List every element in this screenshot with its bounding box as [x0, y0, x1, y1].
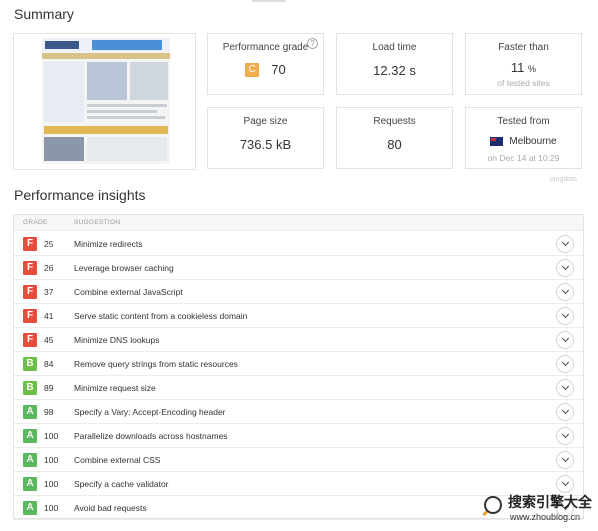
suggestion-text: Specify a Vary: Accept-Encoding header: [74, 407, 226, 417]
grade-score: 41: [44, 311, 54, 321]
insight-row[interactable]: A 100 Parallelize downloads across hostnam…: [14, 424, 583, 448]
grade-badge: A: [23, 477, 37, 491]
grade-badge: F: [23, 237, 37, 251]
suggestion-text: Minimize DNS lookups: [74, 335, 160, 345]
watermark: 搜索引擎大全 www.zhoublog.cn: [478, 490, 596, 528]
expand-chevron-icon[interactable]: [556, 379, 574, 397]
expand-chevron-icon[interactable]: [556, 235, 574, 253]
insights-title: Performance insights: [14, 187, 146, 203]
insight-row[interactable]: F 37 Combine external JavaScript: [14, 280, 583, 304]
pingdom-logo: pingdom: [550, 176, 577, 183]
load-time-label: Load time: [372, 42, 417, 53]
grade-badge: C: [245, 62, 260, 77]
insight-row[interactable]: F 41 Serve static content from a cookieles…: [14, 304, 583, 328]
grade-badge: B: [23, 381, 37, 395]
magnifier-icon: [484, 496, 502, 514]
page-size-label: Page size: [243, 116, 288, 127]
grade-badge: F: [23, 333, 37, 347]
grade-score: 100: [44, 455, 59, 465]
requests-value: 80: [387, 137, 402, 152]
page-size-card: Page size 736.5 kB: [207, 107, 324, 169]
requests-card: Requests 80: [336, 107, 453, 169]
help-icon[interactable]: ?: [307, 38, 318, 49]
suggestion-text: Specify a cache validator: [74, 479, 169, 489]
top-tab-indicator: [252, 0, 286, 2]
performance-grade-card: Performance grade ? C 70: [207, 33, 324, 95]
insight-row[interactable]: A 100 Combine external CSS: [14, 448, 583, 472]
grade-score: 45: [44, 335, 54, 345]
performance-grade-label: Performance grade: [222, 42, 309, 53]
grade-badge: A: [23, 501, 37, 515]
tested-from-location: Melbourne: [509, 136, 557, 147]
expand-chevron-icon[interactable]: [556, 331, 574, 349]
insight-row[interactable]: F 25 Minimize redirects: [14, 232, 583, 256]
requests-label: Requests: [373, 116, 416, 127]
summary-title: Summary: [14, 6, 74, 22]
grade-badge: B: [23, 357, 37, 371]
grade-score: 25: [44, 239, 54, 249]
tested-from-label: Tested from: [497, 116, 550, 127]
insight-row[interactable]: B 89 Minimize request size: [14, 376, 583, 400]
grade-score: 100: [44, 479, 59, 489]
suggestion-text: Minimize request size: [74, 383, 156, 393]
expand-chevron-icon[interactable]: [556, 451, 574, 469]
expand-chevron-icon[interactable]: [556, 427, 574, 445]
australia-flag-icon: [490, 137, 504, 146]
faster-than-sub: of tested sites: [497, 78, 550, 88]
grade-score: 100: [44, 431, 59, 441]
expand-chevron-icon[interactable]: [556, 403, 574, 421]
thumbnail-image: [42, 38, 170, 164]
load-time-card: Load time 12.32 s: [336, 33, 453, 95]
tested-from-card: Tested from Melbourne on Dec 14 at 10:29: [465, 107, 582, 169]
grade-badge: F: [23, 261, 37, 275]
grade-score: 89: [44, 383, 54, 393]
insight-row[interactable]: A 98 Specify a Vary: Accept-Encoding heade…: [14, 400, 583, 424]
grade-score: 26: [44, 263, 54, 273]
insights-table: GRADE SUGGESTION F 25 Minimize redirects F 2…: [13, 214, 584, 520]
suggestion-text: Serve static content from a cookieless d…: [74, 311, 248, 321]
grade-score: 84: [44, 359, 54, 369]
suggestion-text: Minimize redirects: [74, 239, 143, 249]
suggestion-text: Combine external CSS: [74, 455, 161, 465]
faster-than-unit: %: [528, 64, 537, 74]
load-time-value: 12.32 s: [373, 63, 416, 78]
expand-chevron-icon[interactable]: [556, 259, 574, 277]
page-size-value: 736.5 kB: [239, 137, 292, 152]
suggestion-text: Combine external JavaScript: [74, 287, 183, 297]
grade-column-header: GRADE: [23, 219, 48, 226]
faster-than-label: Faster than: [498, 42, 549, 53]
grade-score: 98: [44, 407, 54, 417]
grade-badge: A: [23, 429, 37, 443]
grade-score: 70: [271, 62, 286, 77]
grade-badge: A: [23, 405, 37, 419]
grade-score: 100: [44, 503, 59, 513]
faster-than-card: Faster than 11 % of tested sites: [465, 33, 582, 95]
faster-than-value: 11: [510, 60, 525, 75]
insight-row[interactable]: B 84 Remove query strings from static reso…: [14, 352, 583, 376]
insight-row[interactable]: F 45 Minimize DNS lookups: [14, 328, 583, 352]
suggestion-text: Avoid bad requests: [74, 503, 147, 513]
grade-badge: A: [23, 453, 37, 467]
grade-score: 37: [44, 287, 54, 297]
grade-badge: F: [23, 309, 37, 323]
suggestion-column-header: SUGGESTION: [74, 219, 121, 226]
insight-row[interactable]: F 26 Leverage browser caching: [14, 256, 583, 280]
suggestion-text: Remove query strings from static resourc…: [74, 359, 238, 369]
expand-chevron-icon[interactable]: [556, 355, 574, 373]
watermark-title: 搜索引擎大全: [508, 495, 592, 511]
tested-from-date: on Dec 14 at 10:29: [487, 153, 560, 163]
suggestion-text: Leverage browser caching: [74, 263, 174, 273]
grade-badge: F: [23, 285, 37, 299]
expand-chevron-icon[interactable]: [556, 307, 574, 325]
page-screenshot-thumbnail: [13, 33, 196, 170]
suggestion-text: Parallelize downloads across hostnames: [74, 431, 228, 441]
expand-chevron-icon[interactable]: [556, 283, 574, 301]
watermark-url: www.zhoublog.cn: [510, 512, 581, 522]
table-header: GRADE SUGGESTION: [14, 215, 583, 231]
